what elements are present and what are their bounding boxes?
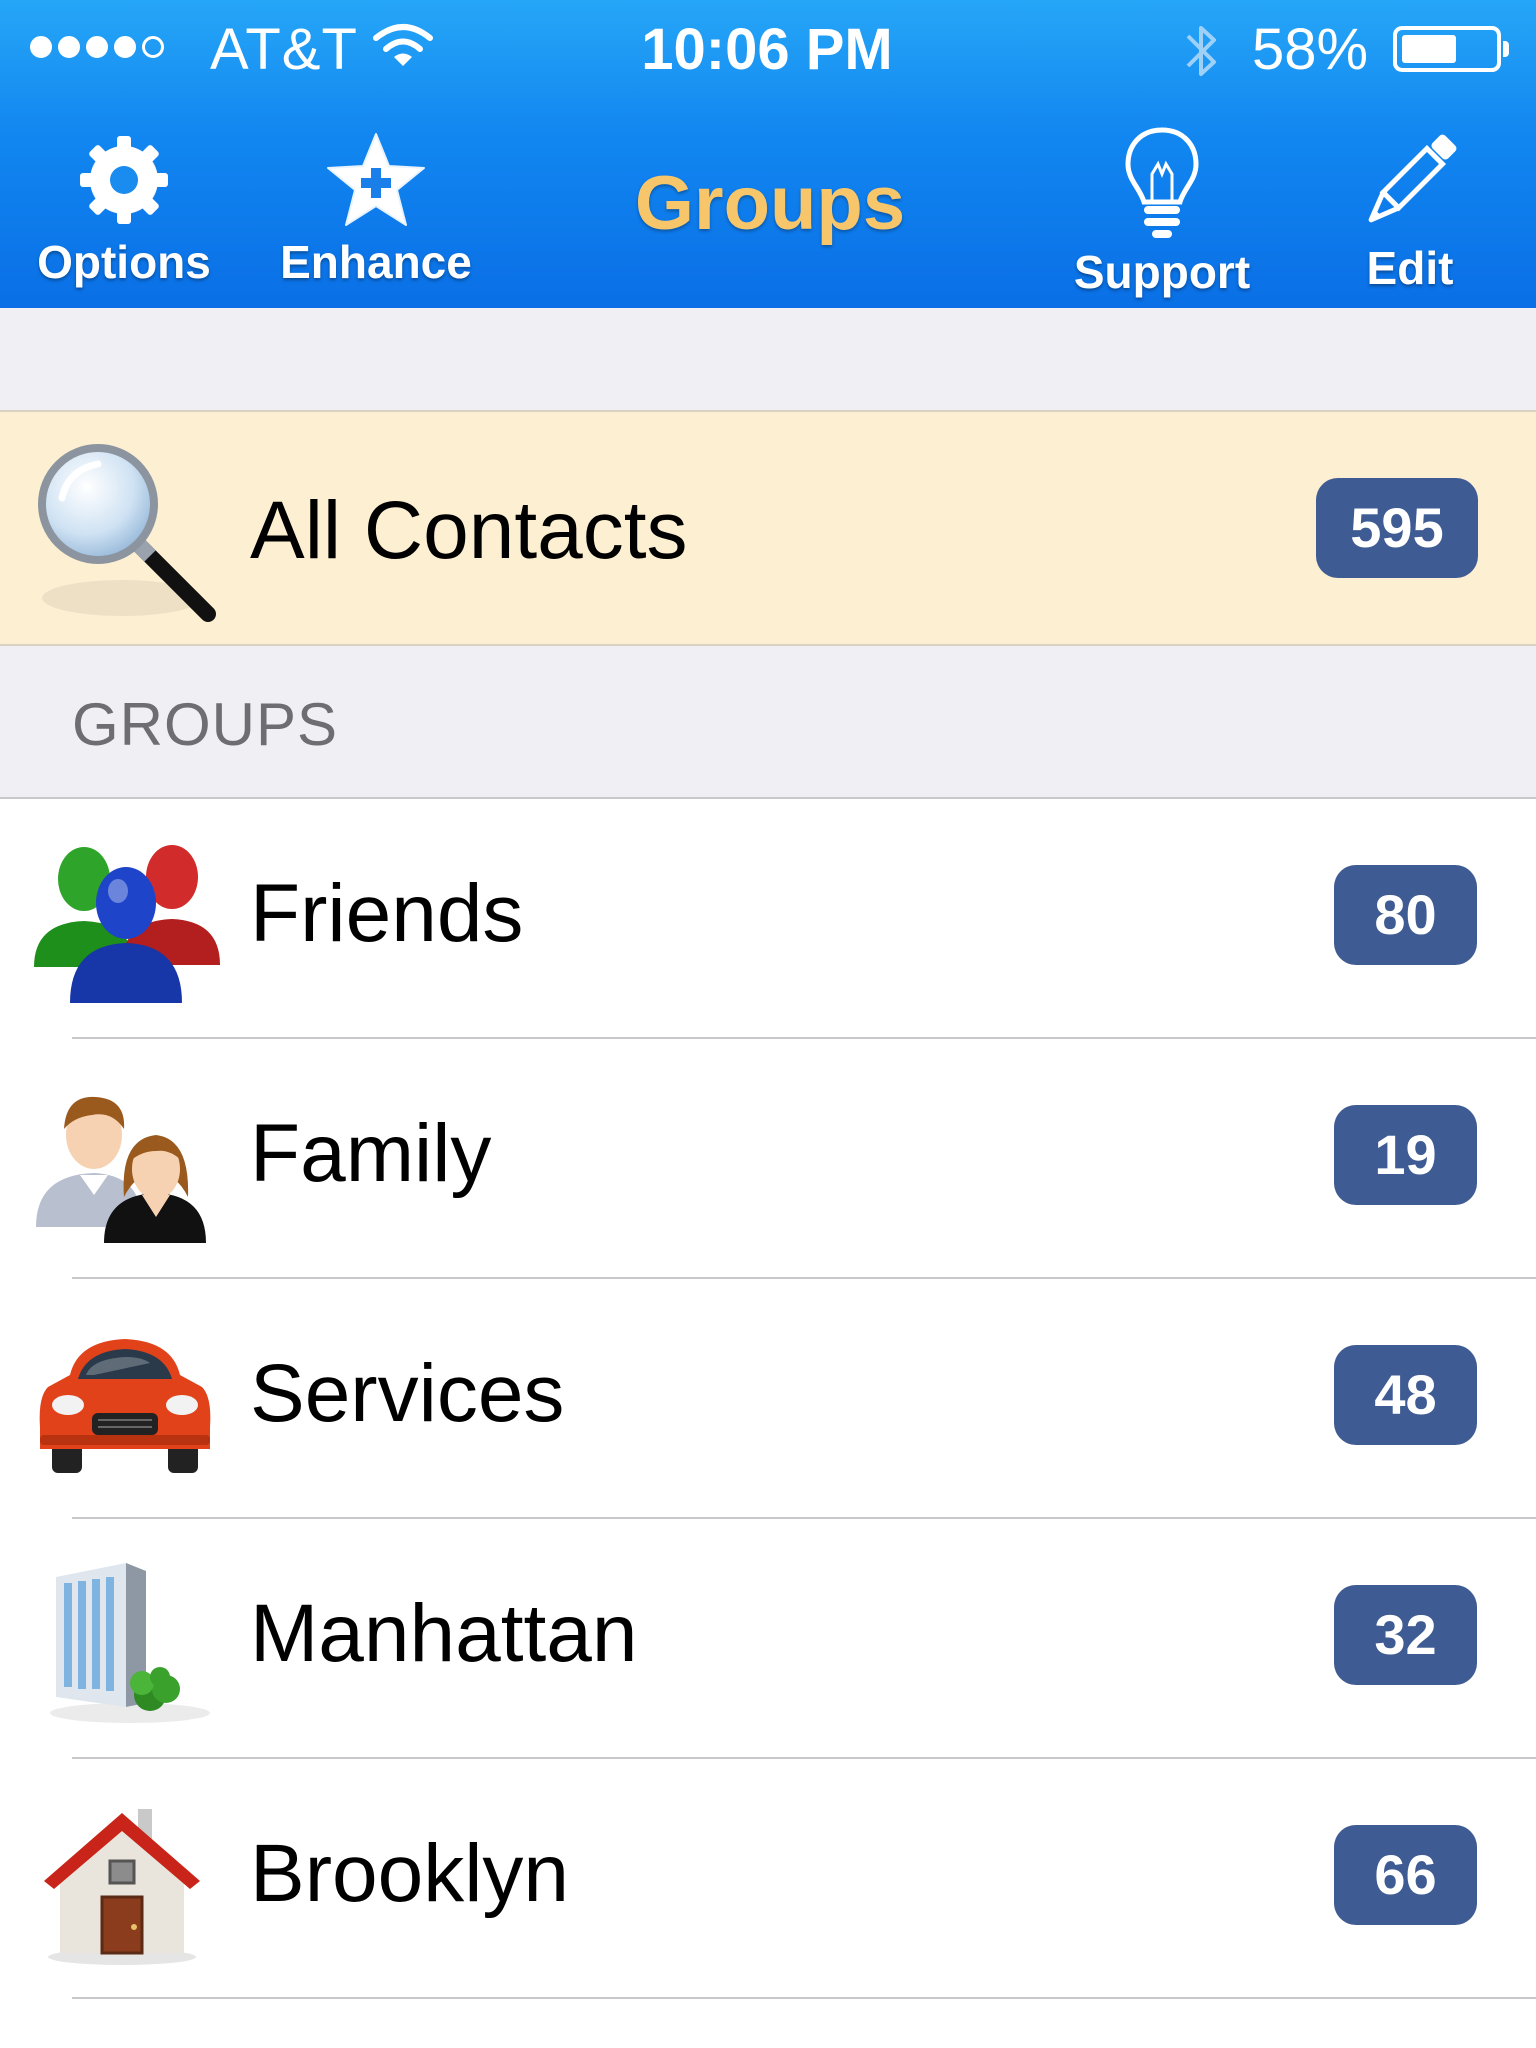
all-contacts-label: All Contacts [250,485,688,576]
edit-button[interactable]: Edit [1310,126,1510,295]
building-icon [50,1563,210,1723]
support-button[interactable]: Support [1062,124,1262,299]
battery-percent: 58% [1252,17,1369,82]
group-row-friends[interactable]: Friends 80 [0,799,1536,1039]
group-label: Services [250,1348,565,1439]
lightbulb-icon [1125,127,1199,238]
group-row-manhattan[interactable]: Manhattan 32 [0,1519,1536,1759]
groups-list: Friends 80 Family 19 Services 48 Manhatt… [0,799,1536,2048]
group-label: Brooklyn [250,1828,570,1919]
group-count-badge: 48 [1334,1345,1477,1445]
group-count-badge: 32 [1334,1585,1477,1685]
edit-label: Edit [1366,242,1454,294]
group-row-services[interactable]: Services 48 [0,1279,1536,1519]
family-icon [36,1096,206,1243]
bluetooth-icon [1186,26,1216,76]
friends-group-icon [34,845,220,1003]
groups-section-header: GROUPS [72,691,339,758]
navigation-header: AT&T 10:06 PM 58% Options Enhance Groups… [0,0,1536,308]
pencil-icon [1368,134,1457,223]
group-label: Family [250,1108,492,1199]
battery-icon [1393,26,1509,72]
group-row-brooklyn[interactable]: Brooklyn 66 [0,1759,1536,1999]
car-icon [39,1339,211,1473]
all-contacts-row[interactable]: All Contacts 595 [0,410,1536,646]
group-label: Manhattan [250,1588,638,1679]
group-count-badge: 66 [1334,1825,1477,1925]
group-count-badge: 80 [1334,865,1477,965]
support-label: Support [1073,246,1251,298]
magnifier-icon [38,444,216,622]
page-title: Groups [634,161,906,246]
house-icon [44,1809,200,1965]
group-label: Friends [250,868,524,959]
status-bar: AT&T 10:06 PM 58% [0,0,1536,100]
row-separator [72,1997,1536,1999]
group-row-family[interactable]: Family 19 [0,1039,1536,1279]
group-count-badge: 19 [1334,1105,1477,1205]
all-contacts-count-badge: 595 [1316,478,1478,578]
